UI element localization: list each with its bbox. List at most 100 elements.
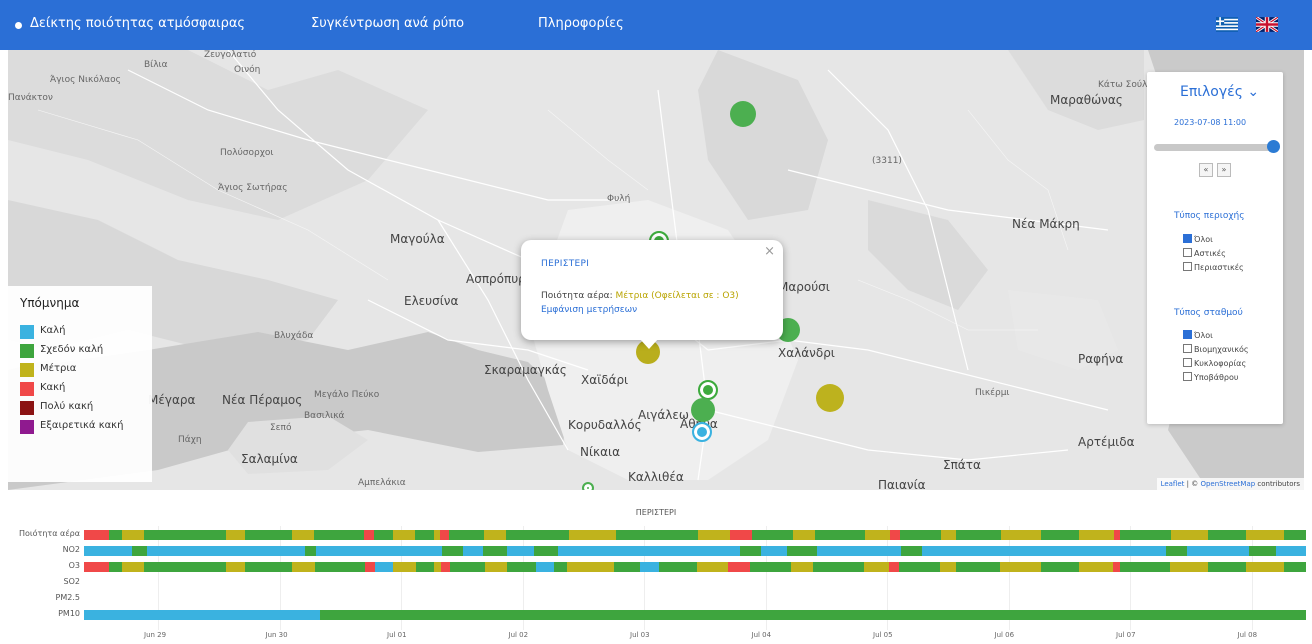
map-view[interactable]: Άγιος Νικόλαος Βίλια Οινόη Ζευγολατιό Πανάκτ… [8,50,1304,490]
timeline-segment [1246,562,1285,572]
timeline-segment [450,562,486,572]
nav-item-concentration[interactable]: Συγκέντρωση ανά ρύπο [311,16,464,31]
station-marker[interactable] [582,482,594,490]
legend-label: Σχεδόν καλή [40,344,104,355]
options-toggle[interactable]: Επιλογές ⌄ [1180,84,1259,100]
timeline-segment [143,530,226,540]
place-label: Πάχη [178,435,202,445]
timeline-segment [1276,546,1307,556]
station-marker[interactable] [816,384,844,412]
timeline-segment [143,562,227,572]
timeline-segment [813,562,865,572]
timeline-segment [890,530,900,540]
time-slider-handle[interactable] [1267,140,1280,153]
previous-hour-button[interactable]: « [1199,163,1213,177]
checkbox-box[interactable] [1183,344,1192,353]
timeline-segment [483,530,507,540]
place-label: Χαϊδάρι [581,373,629,387]
popup-tip [639,338,659,349]
station-marker[interactable] [730,101,756,127]
popup-quality-value: Μέτρια (Οφείλεται σε : O3) [615,291,739,301]
place-label: Οινόη [234,65,261,75]
checkbox-box[interactable] [1183,358,1192,367]
checkbox-box[interactable] [1183,262,1192,271]
popup-station-name: ΠΕΡΙΣΤΕΡΙ [541,259,590,269]
legend-label: Εξαιρετικά κακή [40,420,124,431]
station-type-checkbox[interactable]: Κυκλοφορίας [1183,358,1246,368]
timeline-row-label: NO2 [62,545,80,554]
timeline-row-label: Ποιότητα αέρα [19,529,80,538]
timeline-segment [567,562,615,572]
station-type-checkbox[interactable]: Υποβάθρου [1183,372,1238,382]
place-label: Καλλιθέα [628,470,684,484]
station-marker[interactable] [691,398,715,422]
timeline-segment [393,562,416,572]
place-label: Μαρούσι [778,280,830,294]
timeline-segment [1000,530,1042,540]
close-icon[interactable]: × [764,244,775,259]
timeline-segment [364,530,375,540]
timeline-segment [314,562,366,572]
place-label: Βασιλικά [304,411,345,421]
area-type-checkbox[interactable]: Περιαστικές [1183,262,1244,272]
area-type-checkbox[interactable]: Όλοι [1183,234,1213,244]
timeline-segment [441,546,463,556]
station-type-checkbox[interactable]: Όλοι [1183,330,1213,340]
timeline-segment [1170,530,1209,540]
leaflet-link[interactable]: Leaflet [1161,480,1185,488]
place-label: Νέα Πέραμος [222,393,303,407]
checkbox-box[interactable] [1183,234,1192,243]
timeline-segment [956,530,1001,540]
legend-label: Πολύ κακή [40,401,94,412]
place-label: Παιανία [878,478,926,490]
timeline-row-label: SO2 [63,577,80,586]
checkbox-box[interactable] [1183,248,1192,257]
timeline-segment [245,562,293,572]
station-type-checkbox[interactable]: Βιομηχανικός [1183,344,1249,354]
legend-swatch [20,382,34,396]
time-slider[interactable] [1154,144,1275,151]
attribution-separator: | © [1184,480,1201,488]
timeline-segment [1040,562,1079,572]
timeline-segment [84,530,110,540]
station-type-label: Βιομηχανικός [1194,345,1249,354]
nav-item-info[interactable]: Πληροφορίες [538,16,624,31]
timeline-segment [750,562,792,572]
timeline-strip-aqi [84,530,1307,540]
timeline-segment [863,562,890,572]
nav-item-aqi[interactable]: Δείκτης ποιότητας ατμόσφαιρας [30,16,245,31]
greek-flag-icon[interactable] [1216,17,1238,32]
place-label: Μεγάλο Πεύκο [314,390,380,400]
timeline-date-label: Jul 06 [994,631,1015,639]
place-label: Πολύσορχοι [220,148,274,158]
timeline-segment [889,562,899,572]
timeline-segment [292,562,315,572]
timeline-segment [225,530,245,540]
timeline-segment [1249,546,1277,556]
station-marker[interactable] [698,380,718,400]
timeline-segment [1165,546,1188,556]
timeline-segment [485,562,508,572]
uk-flag-icon[interactable] [1256,17,1278,32]
place-label: Ραφήνα [1078,352,1124,366]
place-label: Άγιος Νικόλαος [50,75,121,85]
checkbox-box[interactable] [1183,330,1192,339]
area-type-checkbox[interactable]: Αστικές [1183,248,1226,258]
show-measurements-link[interactable]: Εμφάνιση μετρήσεων [541,305,637,315]
timeline-segment [244,530,293,540]
timeline-title: ΠΕΡΙΣΤΕΡΙ [635,508,677,517]
timeline-segment [462,546,484,556]
timeline-segment [109,530,123,540]
next-hour-button[interactable]: » [1217,163,1231,177]
place-label: Κορυδαλλός [568,418,642,432]
timeline-segment [507,562,536,572]
timeline-segment [817,546,901,556]
map-attribution: Leaflet | © OpenStreetMap contributors [1156,478,1304,490]
timeline-segment [483,546,508,556]
timeline-segment [955,562,1000,572]
osm-link[interactable]: OpenStreetMap [1200,480,1255,488]
station-marker[interactable] [692,422,712,442]
checkbox-box[interactable] [1183,372,1192,381]
place-label: Πανάκτον [8,93,53,103]
place-label: Σεπό [270,423,292,433]
